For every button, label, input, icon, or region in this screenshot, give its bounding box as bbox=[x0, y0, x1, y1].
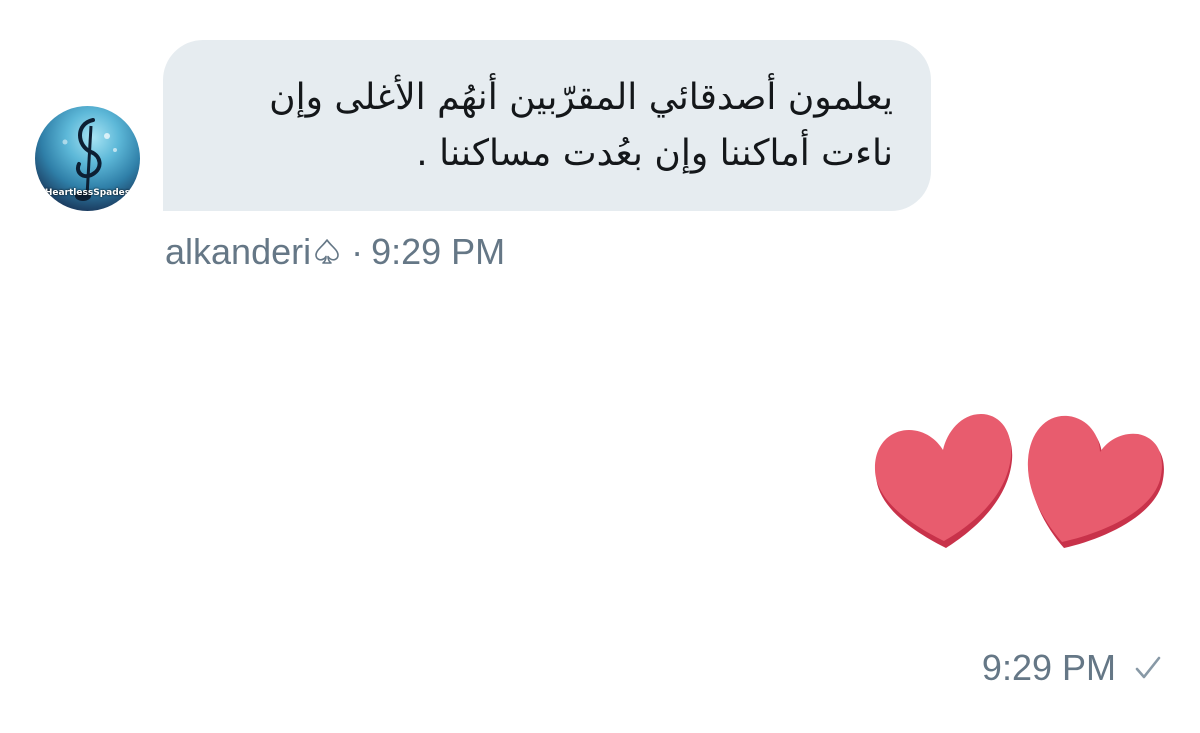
incoming-timestamp: 9:29 PM bbox=[371, 231, 506, 272]
check-icon bbox=[1135, 656, 1161, 679]
outgoing-timestamp: 9:29 PM bbox=[981, 647, 1116, 688]
heart-left-icon bbox=[874, 414, 1013, 548]
message-text-line-2: ناءت أماكننا وإن بعُدت مساكننا . bbox=[416, 133, 893, 174]
message-text-line-1: يعلمون أصدقائي المقرّبين أنهُم الأغلى وإ… bbox=[269, 77, 893, 118]
sender-avatar[interactable]: HeartlessSpades bbox=[35, 106, 140, 211]
outgoing-message-meta: 9:29 PM bbox=[982, 648, 1164, 688]
incoming-message-bubble[interactable]: يعلمون أصدقائي المقرّبين أنهُم الأغلى وإ… bbox=[163, 40, 931, 211]
heart-right-icon bbox=[1027, 415, 1164, 548]
sender-name[interactable]: alkanderi bbox=[165, 231, 311, 272]
avatar-caption: HeartlessSpades bbox=[44, 188, 131, 198]
two-hearts-emoji[interactable] bbox=[868, 408, 1168, 553]
incoming-message-meta: alkanderi · 9:29 PM bbox=[165, 232, 505, 272]
meta-separator: · bbox=[351, 231, 364, 272]
spade-icon bbox=[315, 239, 339, 264]
